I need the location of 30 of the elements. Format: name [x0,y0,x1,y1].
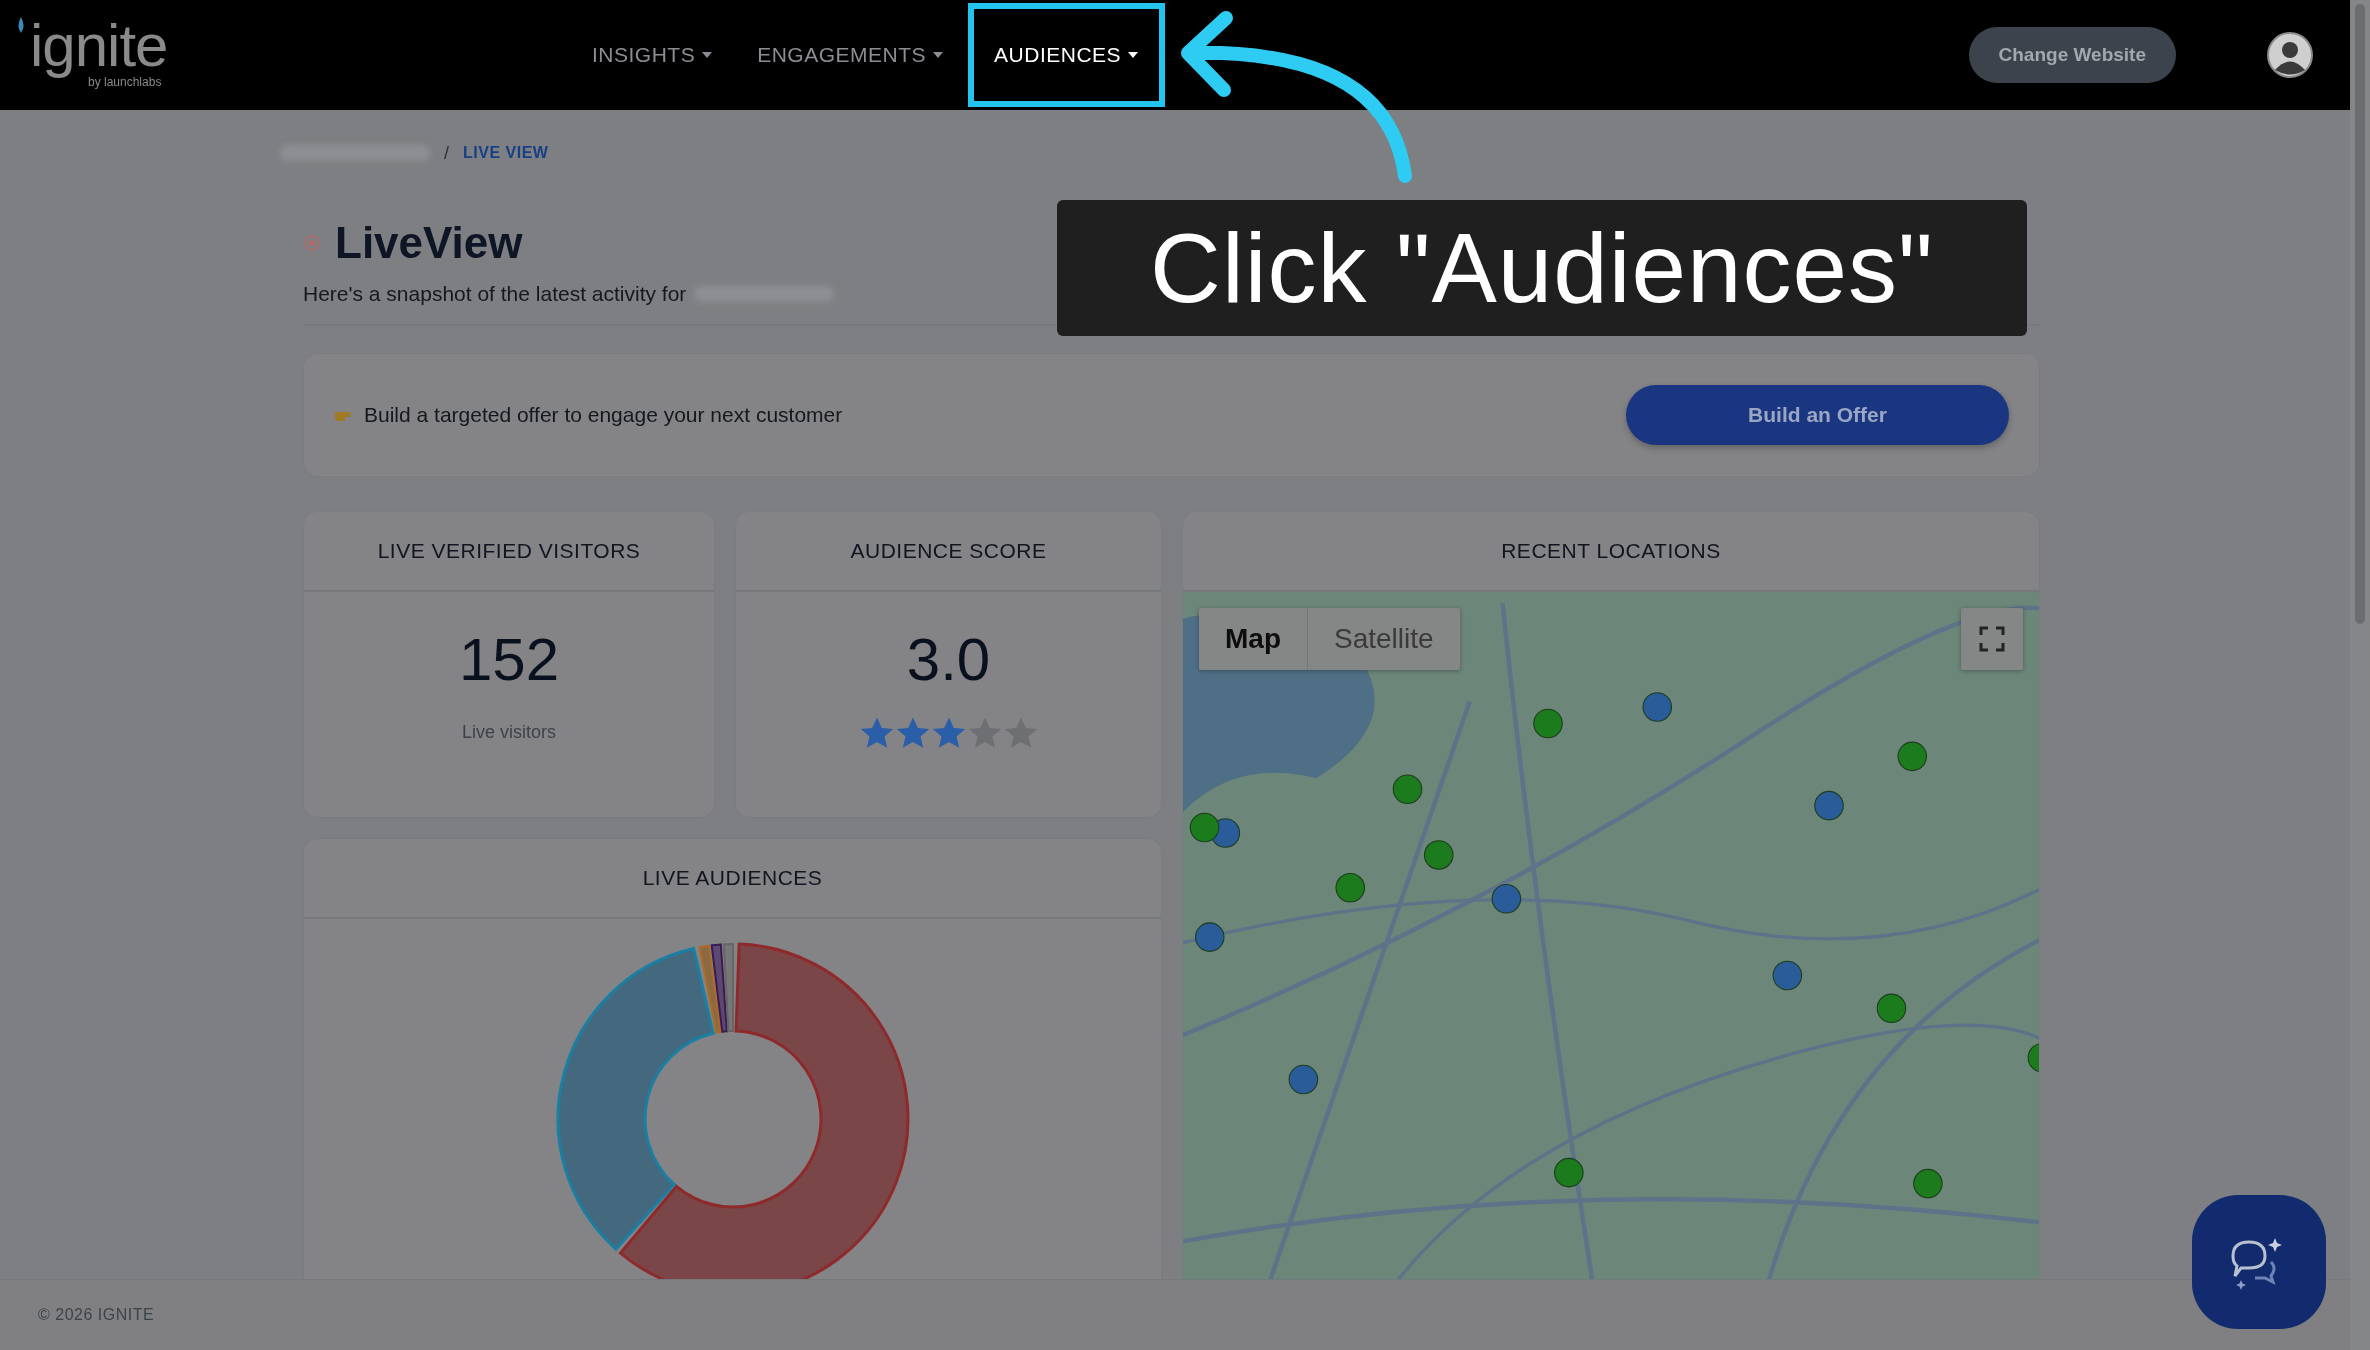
breadcrumb-separator: / [444,142,449,164]
card-title: LIVE VERIFIED VISITORS [304,512,714,592]
page-title: LiveView [335,218,523,268]
map-type-button[interactable]: Satellite [1308,608,1460,670]
scrollbar-thumb[interactable] [2355,4,2365,624]
target-icon [303,234,321,252]
footer-copyright: © 2026 IGNITE [38,1306,155,1324]
visitor-caption: Live visitors [462,722,556,743]
drop-icon [16,17,26,33]
change-website-button[interactable]: Change Website [1968,27,2176,83]
offer-text: Build a targeted offer to engage your next customer [364,403,844,427]
visitor-count: 152 [458,625,560,695]
score-value: 3.0 [906,625,991,695]
avatar-icon[interactable] [2266,31,2314,79]
caret-icon [701,51,714,59]
caret-icon [1127,51,1140,59]
callout-text: Click "Audiences" [1150,211,1934,325]
page-subtitle: Here's a snapshot of the latest activity for [303,282,687,306]
nav-tab[interactable]: AUDIENCES [968,3,1166,107]
breadcrumb-current: LIVE VIEW [463,144,549,162]
build-offer-button[interactable]: Build an Offer [1626,385,2009,445]
caret-icon [932,51,945,59]
fullscreen-icon [1979,626,2005,652]
card-title: LIVE AUDIENCES [304,839,1161,919]
chat-button[interactable] [2192,1195,2326,1329]
card-title: AUDIENCE SCORE [736,512,1161,592]
map-type-button[interactable]: Map [1199,608,1308,670]
nav-tab[interactable]: ENGAGEMENTS [737,0,965,110]
fullscreen-button[interactable] [1961,608,2023,670]
nav-tab[interactable]: INSIGHTS [572,0,734,110]
